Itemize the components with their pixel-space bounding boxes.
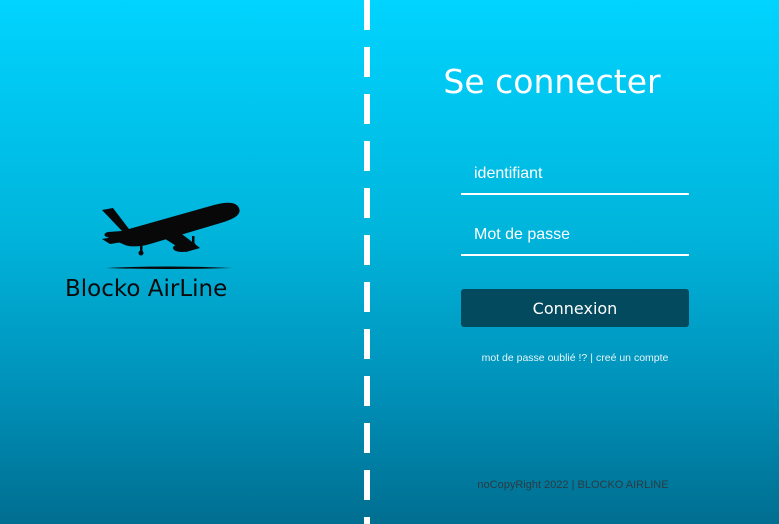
page-title: Se connecter: [443, 62, 661, 101]
forgot-password-link[interactable]: mot de passe oublié !?: [482, 352, 588, 364]
brand-name: Blocko AirLine: [65, 276, 228, 302]
runway-divider-line: [364, 0, 370, 524]
password-input[interactable]: [461, 222, 689, 256]
login-button[interactable]: Connexion: [461, 289, 689, 327]
link-separator: |: [590, 352, 593, 364]
create-account-link[interactable]: creé un compte: [596, 352, 668, 364]
account-links: mot de passe oublié !? | creé un compte: [430, 352, 720, 364]
footer-copyright: noCopyRight 2022 | BLOCKO AIRLINE: [477, 479, 669, 491]
username-input[interactable]: [461, 161, 689, 195]
airplane-takeoff-icon: [102, 202, 240, 269]
brand-logo: Blocko AirLine: [60, 196, 270, 306]
